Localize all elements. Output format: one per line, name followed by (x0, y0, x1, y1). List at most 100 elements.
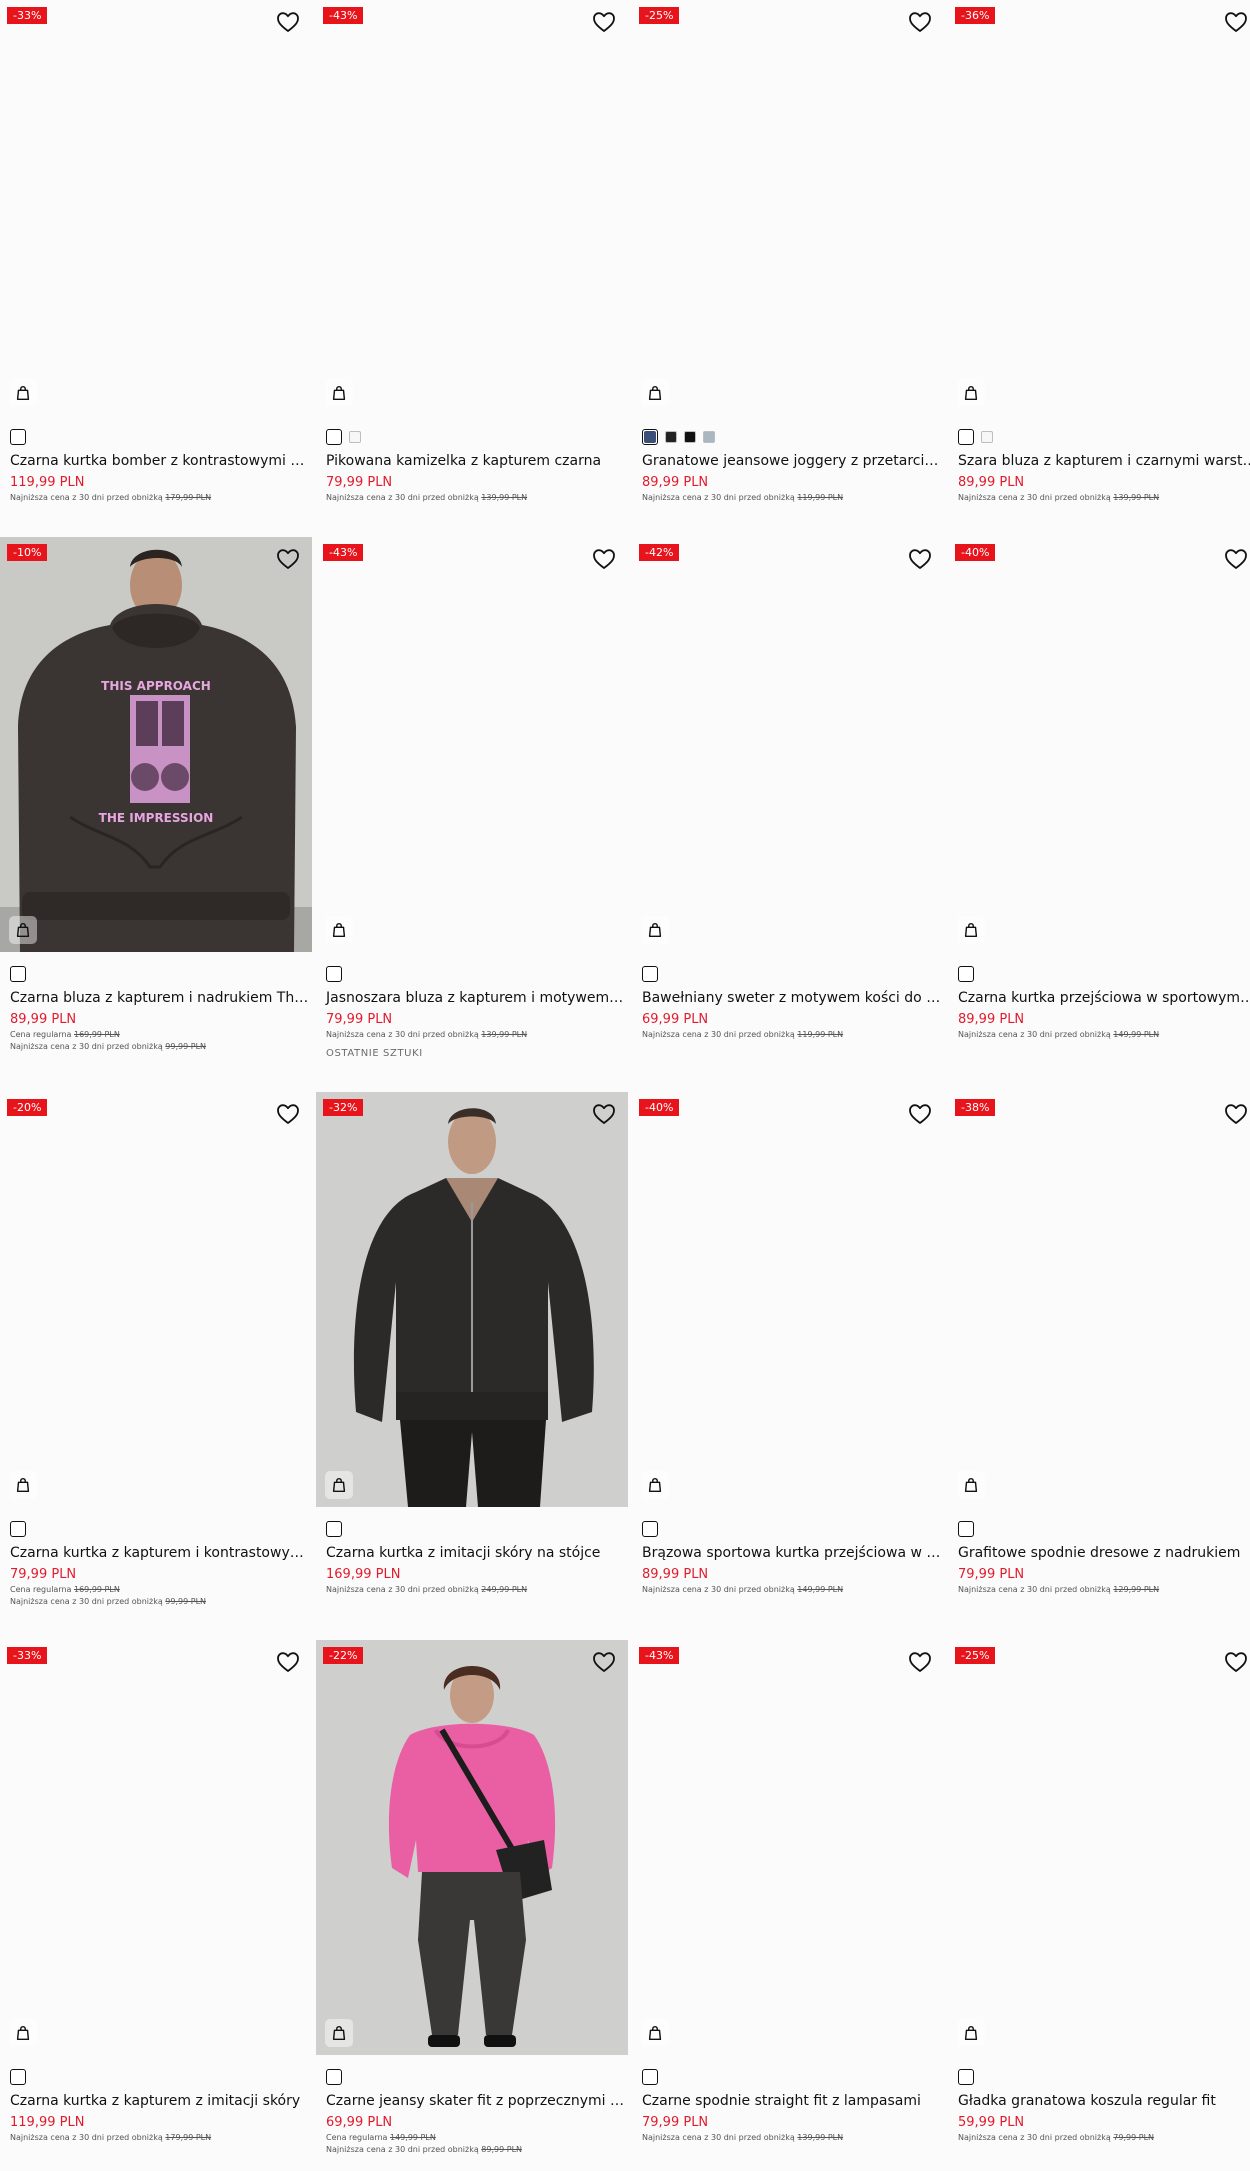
shopping-bag-icon[interactable] (9, 916, 37, 944)
color-swatch-selected[interactable] (958, 2069, 974, 2085)
shopping-bag-icon[interactable] (641, 1471, 669, 1499)
product-title[interactable]: Czarna kurtka z kapturem z imitacji skór… (0, 2091, 312, 2111)
color-swatch[interactable] (665, 431, 677, 443)
product-title[interactable]: Czarna kurtka przejściowa w sportowym st… (948, 988, 1250, 1008)
product-card[interactable]: -42% Bawełniany sweter z motywem kości d… (632, 537, 944, 1041)
product-image[interactable]: -38% (948, 1092, 1250, 1507)
shopping-bag-icon[interactable] (325, 916, 353, 944)
product-title[interactable]: Czarna kurtka z imitacji skóry na stójce (316, 1543, 628, 1563)
shopping-bag-icon[interactable] (957, 2019, 985, 2047)
shopping-bag-icon[interactable] (325, 1471, 353, 1499)
color-swatch-selected[interactable] (958, 429, 974, 445)
heart-icon[interactable] (276, 11, 300, 33)
heart-icon[interactable] (276, 1103, 300, 1125)
product-image[interactable]: -40% (632, 1092, 944, 1507)
shopping-bag-icon[interactable] (325, 2019, 353, 2047)
product-card[interactable]: -38% Grafitowe spodnie dresowe z nadruki… (948, 1092, 1250, 1596)
product-title[interactable]: Bawełniany sweter z motywem kości do gry… (632, 988, 944, 1008)
heart-icon[interactable] (276, 1651, 300, 1673)
product-card[interactable]: -40% Czarna kurtka przejściowa w sportow… (948, 537, 1250, 1041)
color-swatch-selected[interactable] (958, 1521, 974, 1537)
shopping-bag-icon[interactable] (957, 379, 985, 407)
shopping-bag-icon[interactable] (641, 2019, 669, 2047)
product-image[interactable]: -22% (316, 1640, 628, 2055)
product-card[interactable]: -22% Czarne jeansy skater fit z poprzecz… (316, 1640, 628, 2156)
color-swatch-selected[interactable] (326, 2069, 342, 2085)
heart-icon[interactable] (908, 548, 932, 570)
product-title[interactable]: Czarne jeansy skater fit z poprzecznymi … (316, 2091, 628, 2111)
product-title[interactable]: Czarna kurtka bomber z kontrastowymi prz… (0, 451, 312, 471)
shopping-bag-icon[interactable] (9, 379, 37, 407)
color-swatch[interactable] (703, 431, 715, 443)
color-swatch-selected[interactable] (10, 1521, 26, 1537)
color-swatch[interactable] (349, 431, 361, 443)
shopping-bag-icon[interactable] (9, 1471, 37, 1499)
product-card[interactable]: -33% Czarna kurtka z kapturem z imitacji… (0, 1640, 312, 2144)
product-title[interactable]: Brązowa sportowa kurtka przejściowa w st… (632, 1543, 944, 1563)
product-image[interactable]: -43% (632, 1640, 944, 2055)
product-title[interactable]: Czarne spodnie straight fit z lampasami (632, 2091, 944, 2111)
product-title[interactable]: Gładka granatowa koszula regular fit (948, 2091, 1250, 2111)
product-card[interactable]: -43% Jasnoszara bluza z kapturem i motyw… (316, 537, 628, 1059)
color-swatch-selected[interactable] (10, 966, 26, 982)
product-title[interactable]: Granatowe jeansowe joggery z przetarciam… (632, 451, 944, 471)
product-image[interactable]: -36% (948, 0, 1250, 415)
product-title[interactable]: Szara bluza z kapturem i czarnymi warstw… (948, 451, 1250, 471)
heart-icon[interactable] (1224, 548, 1248, 570)
color-swatch-selected[interactable] (326, 1521, 342, 1537)
color-swatch-selected[interactable] (642, 1521, 658, 1537)
color-swatch-selected[interactable] (642, 429, 658, 445)
heart-icon[interactable] (908, 11, 932, 33)
product-title[interactable]: Czarna bluza z kapturem i nadrukiem This… (0, 988, 312, 1008)
product-image[interactable]: -25% (632, 0, 944, 415)
product-image[interactable]: -33% (0, 1640, 312, 2055)
product-title[interactable]: Czarna kurtka z kapturem i kontrastowymi… (0, 1543, 312, 1563)
product-card[interactable]: -43% Pikowana kamizelka z kapturem czarn… (316, 0, 628, 504)
color-swatch-selected[interactable] (642, 2069, 658, 2085)
product-title[interactable]: Pikowana kamizelka z kapturem czarna (316, 451, 628, 471)
color-swatch-selected[interactable] (10, 429, 26, 445)
heart-icon[interactable] (592, 548, 616, 570)
shopping-bag-icon[interactable] (325, 379, 353, 407)
color-swatch[interactable] (981, 431, 993, 443)
heart-icon[interactable] (592, 1103, 616, 1125)
color-swatch-selected[interactable] (326, 966, 342, 982)
product-image[interactable]: -42% (632, 537, 944, 952)
heart-icon[interactable] (592, 1651, 616, 1673)
product-title[interactable]: Jasnoszara bluza z kapturem i motywem pa… (316, 988, 628, 1008)
shopping-bag-icon[interactable] (9, 2019, 37, 2047)
product-card[interactable]: -20% Czarna kurtka z kapturem i kontrast… (0, 1092, 312, 1608)
color-swatch-selected[interactable] (958, 966, 974, 982)
product-card[interactable]: -43% Czarne spodnie straight fit z lampa… (632, 1640, 944, 2144)
product-card[interactable]: -32% Czarna kurtka z imitacji skóry na s… (316, 1092, 628, 1596)
product-card[interactable]: -25% Gładka granatowa koszula regular fi… (948, 1640, 1250, 2144)
product-image[interactable]: -32% (316, 1092, 628, 1507)
product-title[interactable]: Grafitowe spodnie dresowe z nadrukiem (948, 1543, 1250, 1563)
product-card[interactable]: -33% Czarna kurtka bomber z kontrastowym… (0, 0, 312, 504)
color-swatch-selected[interactable] (10, 2069, 26, 2085)
heart-icon[interactable] (1224, 1651, 1248, 1673)
heart-icon[interactable] (1224, 1103, 1248, 1125)
product-card[interactable]: THIS APPROACH THE IMPRESSION -10% Czarna… (0, 537, 312, 1053)
shopping-bag-icon[interactable] (957, 1471, 985, 1499)
heart-icon[interactable] (908, 1651, 932, 1673)
color-swatch-selected[interactable] (326, 429, 342, 445)
product-image[interactable]: -43% (316, 0, 628, 415)
product-image[interactable]: -33% (0, 0, 312, 415)
color-swatch[interactable] (684, 431, 696, 443)
product-image[interactable]: -25% (948, 1640, 1250, 2055)
product-card[interactable]: -40% Brązowa sportowa kurtka przejściowa… (632, 1092, 944, 1596)
heart-icon[interactable] (1224, 11, 1248, 33)
product-image[interactable]: -43% (316, 537, 628, 952)
product-image[interactable]: -20% (0, 1092, 312, 1507)
shopping-bag-icon[interactable] (641, 379, 669, 407)
shopping-bag-icon[interactable] (641, 916, 669, 944)
heart-icon[interactable] (908, 1103, 932, 1125)
product-image[interactable]: -40% (948, 537, 1250, 952)
product-card[interactable]: -36% Szara bluza z kapturem i czarnymi w… (948, 0, 1250, 504)
product-image[interactable]: THIS APPROACH THE IMPRESSION -10% (0, 537, 312, 952)
heart-icon[interactable] (276, 548, 300, 570)
heart-icon[interactable] (592, 11, 616, 33)
color-swatch-selected[interactable] (642, 966, 658, 982)
product-card[interactable]: -25% Granatowe jeansowe joggery z przeta… (632, 0, 944, 504)
